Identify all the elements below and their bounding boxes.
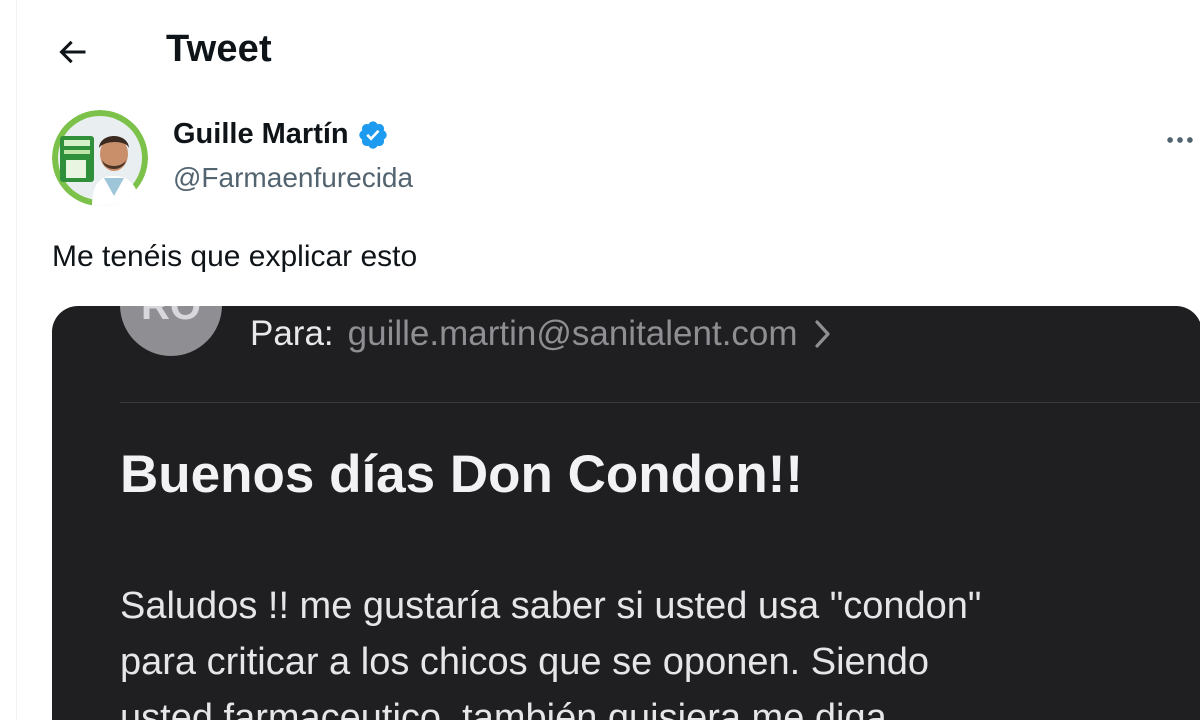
back-button[interactable] xyxy=(50,30,94,74)
tweet-author: Guille Martín @Farmaenfurecida xyxy=(52,110,1193,210)
email-divider xyxy=(120,402,1200,403)
name-row: Guille Martín xyxy=(173,118,389,151)
email-body: Saludos !! me gustaría saber si usted us… xyxy=(120,578,1160,720)
tweet-text: Me tenéis que explicar esto xyxy=(52,240,418,273)
user-handle[interactable]: @Farmaenfurecida xyxy=(173,162,413,194)
email-body-line: para criticar a los chicos que se oponen… xyxy=(120,641,930,683)
email-sender-initials: RO xyxy=(141,306,201,328)
email-subject: Buenos días Don Condon!! xyxy=(120,445,804,504)
avatar[interactable] xyxy=(52,110,148,206)
email-body-line: usted farmaceutico, también quisiera me … xyxy=(120,697,887,720)
column-border xyxy=(16,0,17,720)
email-sender-avatar: RO xyxy=(120,306,222,356)
email-to-label: Para: xyxy=(250,314,334,353)
verified-badge-icon xyxy=(358,120,387,149)
arrow-left-icon xyxy=(59,40,86,64)
more-options-button[interactable] xyxy=(1160,120,1200,160)
header: Tweet xyxy=(0,0,1200,100)
chevron-right-icon xyxy=(814,320,830,348)
email-body-line: Saludos !! me gustaría saber si usted us… xyxy=(120,585,982,627)
email-to-address: guille.martin@sanitalent.com xyxy=(347,314,798,353)
email-recipient-row: Para: guille.martin@sanitalent.com xyxy=(250,314,834,354)
more-horizontal-icon xyxy=(1167,137,1193,143)
page-title: Tweet xyxy=(166,28,272,70)
display-name[interactable]: Guille Martín xyxy=(173,118,349,151)
tweet-page: Tweet Guille Martín @Farmaenfurecida Me … xyxy=(0,0,1200,720)
tweet-media-image[interactable]: RO Para: guille.martin@sanitalent.com Bu… xyxy=(52,306,1200,720)
